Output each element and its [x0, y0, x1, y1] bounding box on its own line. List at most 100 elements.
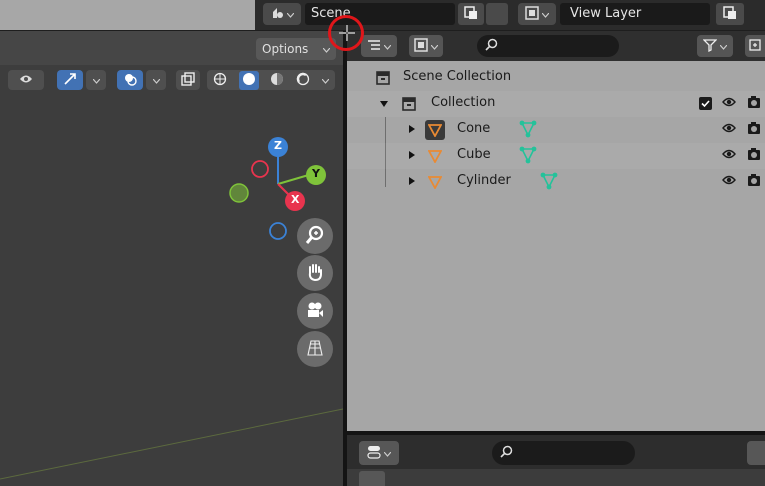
- view-layer-icon: [414, 37, 428, 55]
- rendered-shading-icon[interactable]: [296, 72, 310, 89]
- render-camera-icon[interactable]: [747, 121, 761, 138]
- tree-row-label: Cone: [457, 121, 491, 136]
- tree-row-label: Cylinder: [457, 173, 511, 188]
- properties-tab[interactable]: [359, 471, 385, 486]
- outliner-search-input[interactable]: [477, 35, 619, 57]
- expand-toggle-icon[interactable]: [380, 101, 388, 107]
- overlays-toggle-button[interactable]: [117, 70, 143, 90]
- wireframe-shading-icon[interactable]: [213, 72, 227, 89]
- properties-search-input[interactable]: [492, 441, 635, 465]
- crosshair-cursor-icon: [338, 24, 356, 45]
- 3d-viewport[interactable]: Options Z Y X: [0, 31, 343, 486]
- gizmo-neg-x[interactable]: [251, 160, 269, 178]
- options-label: Options: [262, 42, 309, 56]
- camera-icon: [305, 300, 325, 323]
- tree-row-label: Scene Collection: [403, 69, 512, 84]
- mesh-data-icon[interactable]: [540, 172, 558, 193]
- list-icon: [367, 39, 381, 54]
- hand-icon: [305, 262, 325, 285]
- shading-mode-group: [207, 70, 335, 90]
- options-dropdown[interactable]: Options: [256, 38, 336, 60]
- view-layer-icon: [525, 5, 539, 23]
- display-mode-dropdown[interactable]: [361, 35, 397, 57]
- new-scene-button[interactable]: [458, 3, 484, 25]
- chevron-down-icon: [383, 446, 392, 460]
- object-icon: [425, 146, 445, 166]
- chevron-down-icon: [92, 73, 100, 87]
- camera-view-button[interactable]: [297, 293, 333, 329]
- visibility-eye-icon[interactable]: [722, 122, 736, 137]
- outliner-panel: Scene Collection Collection Cone Cube Cy…: [347, 31, 765, 431]
- search-icon: [485, 38, 498, 54]
- view-layer-selector-button[interactable]: [518, 3, 556, 25]
- material-shading-icon[interactable]: [270, 72, 284, 89]
- mesh-data-icon[interactable]: [519, 146, 537, 167]
- tree-row-cube[interactable]: Cube: [347, 143, 765, 169]
- chevron-down-icon: [152, 73, 160, 87]
- xray-icon: [181, 71, 195, 89]
- view-filter-dropdown[interactable]: [409, 35, 443, 57]
- tree-row-cylinder[interactable]: Cylinder: [347, 169, 765, 195]
- tree-row-cone[interactable]: Cone: [347, 117, 765, 143]
- gizmo-neg-y[interactable]: [229, 183, 249, 203]
- expand-toggle-icon[interactable]: [409, 151, 415, 159]
- tree-row-collection[interactable]: Collection: [347, 91, 765, 117]
- scene-icon: [270, 6, 284, 23]
- chevron-down-icon: [719, 39, 728, 53]
- collection-icon: [399, 94, 419, 114]
- expand-toggle-icon[interactable]: [409, 125, 415, 133]
- overlays-dropdown[interactable]: [146, 70, 166, 90]
- overlays-icon: [123, 72, 137, 89]
- properties-header: [347, 435, 765, 469]
- view-layer-name-field[interactable]: View Layer: [560, 3, 710, 25]
- visibility-eye-icon[interactable]: [722, 148, 736, 163]
- chevron-down-icon: [383, 39, 392, 53]
- properties-panel: [347, 435, 765, 486]
- cursor-highlight-ring: [328, 15, 364, 51]
- exclude-checkbox[interactable]: [699, 97, 712, 110]
- viewport-header: Options: [0, 31, 343, 65]
- properties-icon: [367, 445, 381, 462]
- object-icon: [425, 120, 445, 140]
- render-camera-icon[interactable]: [747, 147, 761, 164]
- zoom-icon: [305, 225, 325, 248]
- gizmo-neg-z[interactable]: [269, 222, 287, 240]
- pan-button[interactable]: [297, 255, 333, 291]
- render-camera-icon[interactable]: [747, 95, 761, 112]
- editor-type-dropdown[interactable]: [359, 441, 399, 465]
- search-icon: [500, 445, 513, 461]
- solid-shading-icon[interactable]: [238, 70, 259, 90]
- perspective-toggle-button[interactable]: [297, 331, 333, 367]
- scene-selector-button[interactable]: [263, 3, 301, 25]
- gizmo-icon: [63, 72, 77, 89]
- filter-icon: [702, 38, 718, 55]
- outliner-header: [347, 31, 765, 61]
- gizmo-z-label: Z: [274, 139, 282, 152]
- gizmo-y-label: Y: [312, 167, 320, 180]
- filter-dropdown[interactable]: [697, 35, 733, 57]
- visibility-eye-icon[interactable]: [722, 96, 736, 111]
- new-view-layer-button[interactable]: [716, 3, 744, 25]
- delete-scene-button[interactable]: [486, 3, 508, 25]
- expand-toggle-icon[interactable]: [409, 177, 415, 185]
- tree-row-label: Cube: [457, 147, 491, 162]
- chevron-down-icon: [541, 7, 550, 21]
- zoom-button[interactable]: [297, 218, 333, 254]
- gizmo-toggle-button[interactable]: [57, 70, 83, 90]
- tree-row-label: Collection: [431, 95, 496, 110]
- visibility-dropdown[interactable]: [8, 70, 44, 90]
- duplicate-icon: [464, 5, 478, 23]
- properties-options-button[interactable]: [747, 441, 765, 465]
- new-collection-button[interactable]: [745, 35, 765, 57]
- tree-row-scene-collection[interactable]: Scene Collection: [347, 65, 765, 91]
- object-icon: [425, 172, 445, 192]
- eye-icon: [19, 73, 33, 88]
- mesh-data-icon[interactable]: [519, 120, 537, 141]
- visibility-eye-icon[interactable]: [722, 174, 736, 189]
- chevron-down-icon: [322, 38, 331, 60]
- chevron-down-icon[interactable]: [321, 73, 330, 87]
- render-camera-icon[interactable]: [747, 173, 761, 190]
- gizmo-dropdown[interactable]: [86, 70, 106, 90]
- xray-toggle-button[interactable]: [176, 70, 200, 90]
- scene-name-field[interactable]: Scene: [305, 3, 455, 25]
